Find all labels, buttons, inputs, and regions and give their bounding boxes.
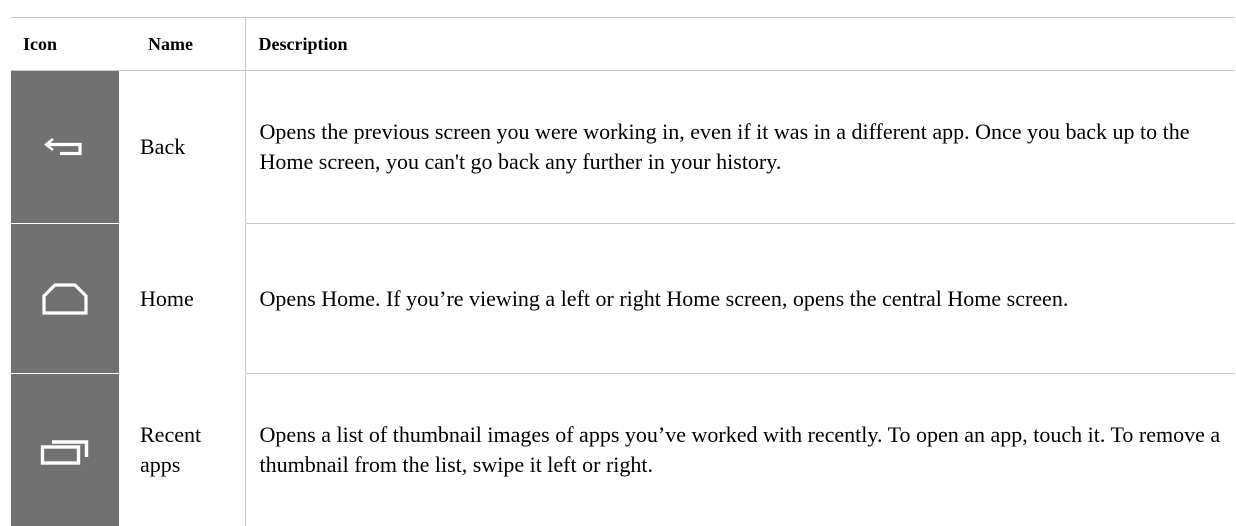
row-name: Recent apps — [130, 374, 245, 526]
row-description: Opens Home. If you’re viewing a left or … — [245, 224, 1235, 374]
navigation-buttons-table: Icon Name Description Back Opens the pre… — [11, 17, 1235, 526]
row-name: Home — [130, 224, 245, 374]
recent-apps-icon — [11, 374, 119, 526]
icon-cell — [11, 224, 130, 374]
column-header-name: Name — [130, 18, 245, 71]
row-description: Opens the previous screen you were worki… — [245, 71, 1235, 224]
column-header-icon: Icon — [11, 18, 130, 71]
back-arrow-icon — [11, 71, 119, 223]
row-description: Opens a list of thumbnail images of apps… — [245, 374, 1235, 526]
table-header-row: Icon Name Description — [11, 18, 1235, 71]
table-row: Home Opens Home. If you’re viewing a lef… — [11, 224, 1235, 374]
column-header-description: Description — [245, 18, 1235, 71]
icon-cell — [11, 374, 130, 526]
table-row: Back Opens the previous screen you were … — [11, 71, 1235, 224]
icon-cell — [11, 71, 130, 224]
home-icon — [11, 224, 119, 373]
table-row: Recent apps Opens a list of thumbnail im… — [11, 374, 1235, 526]
row-name: Back — [130, 71, 245, 224]
navigation-buttons-table-wrapper: Icon Name Description Back Opens the pre… — [0, 0, 1236, 523]
